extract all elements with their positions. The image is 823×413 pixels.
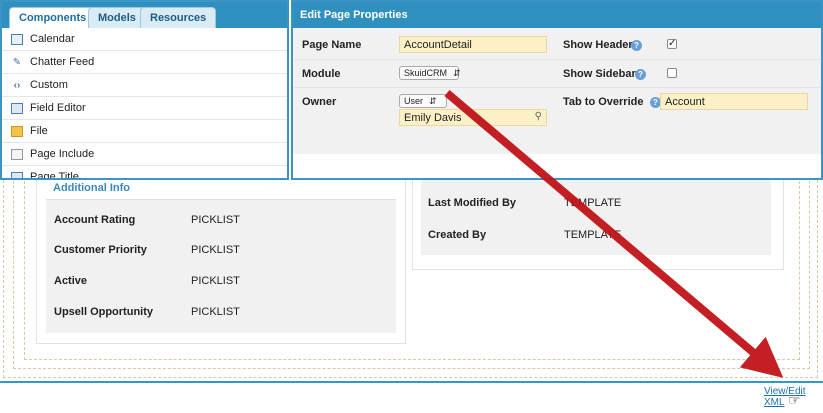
annotation-arrow bbox=[444, 89, 784, 378]
hand-cursor-icon: ☞ bbox=[788, 392, 801, 408]
